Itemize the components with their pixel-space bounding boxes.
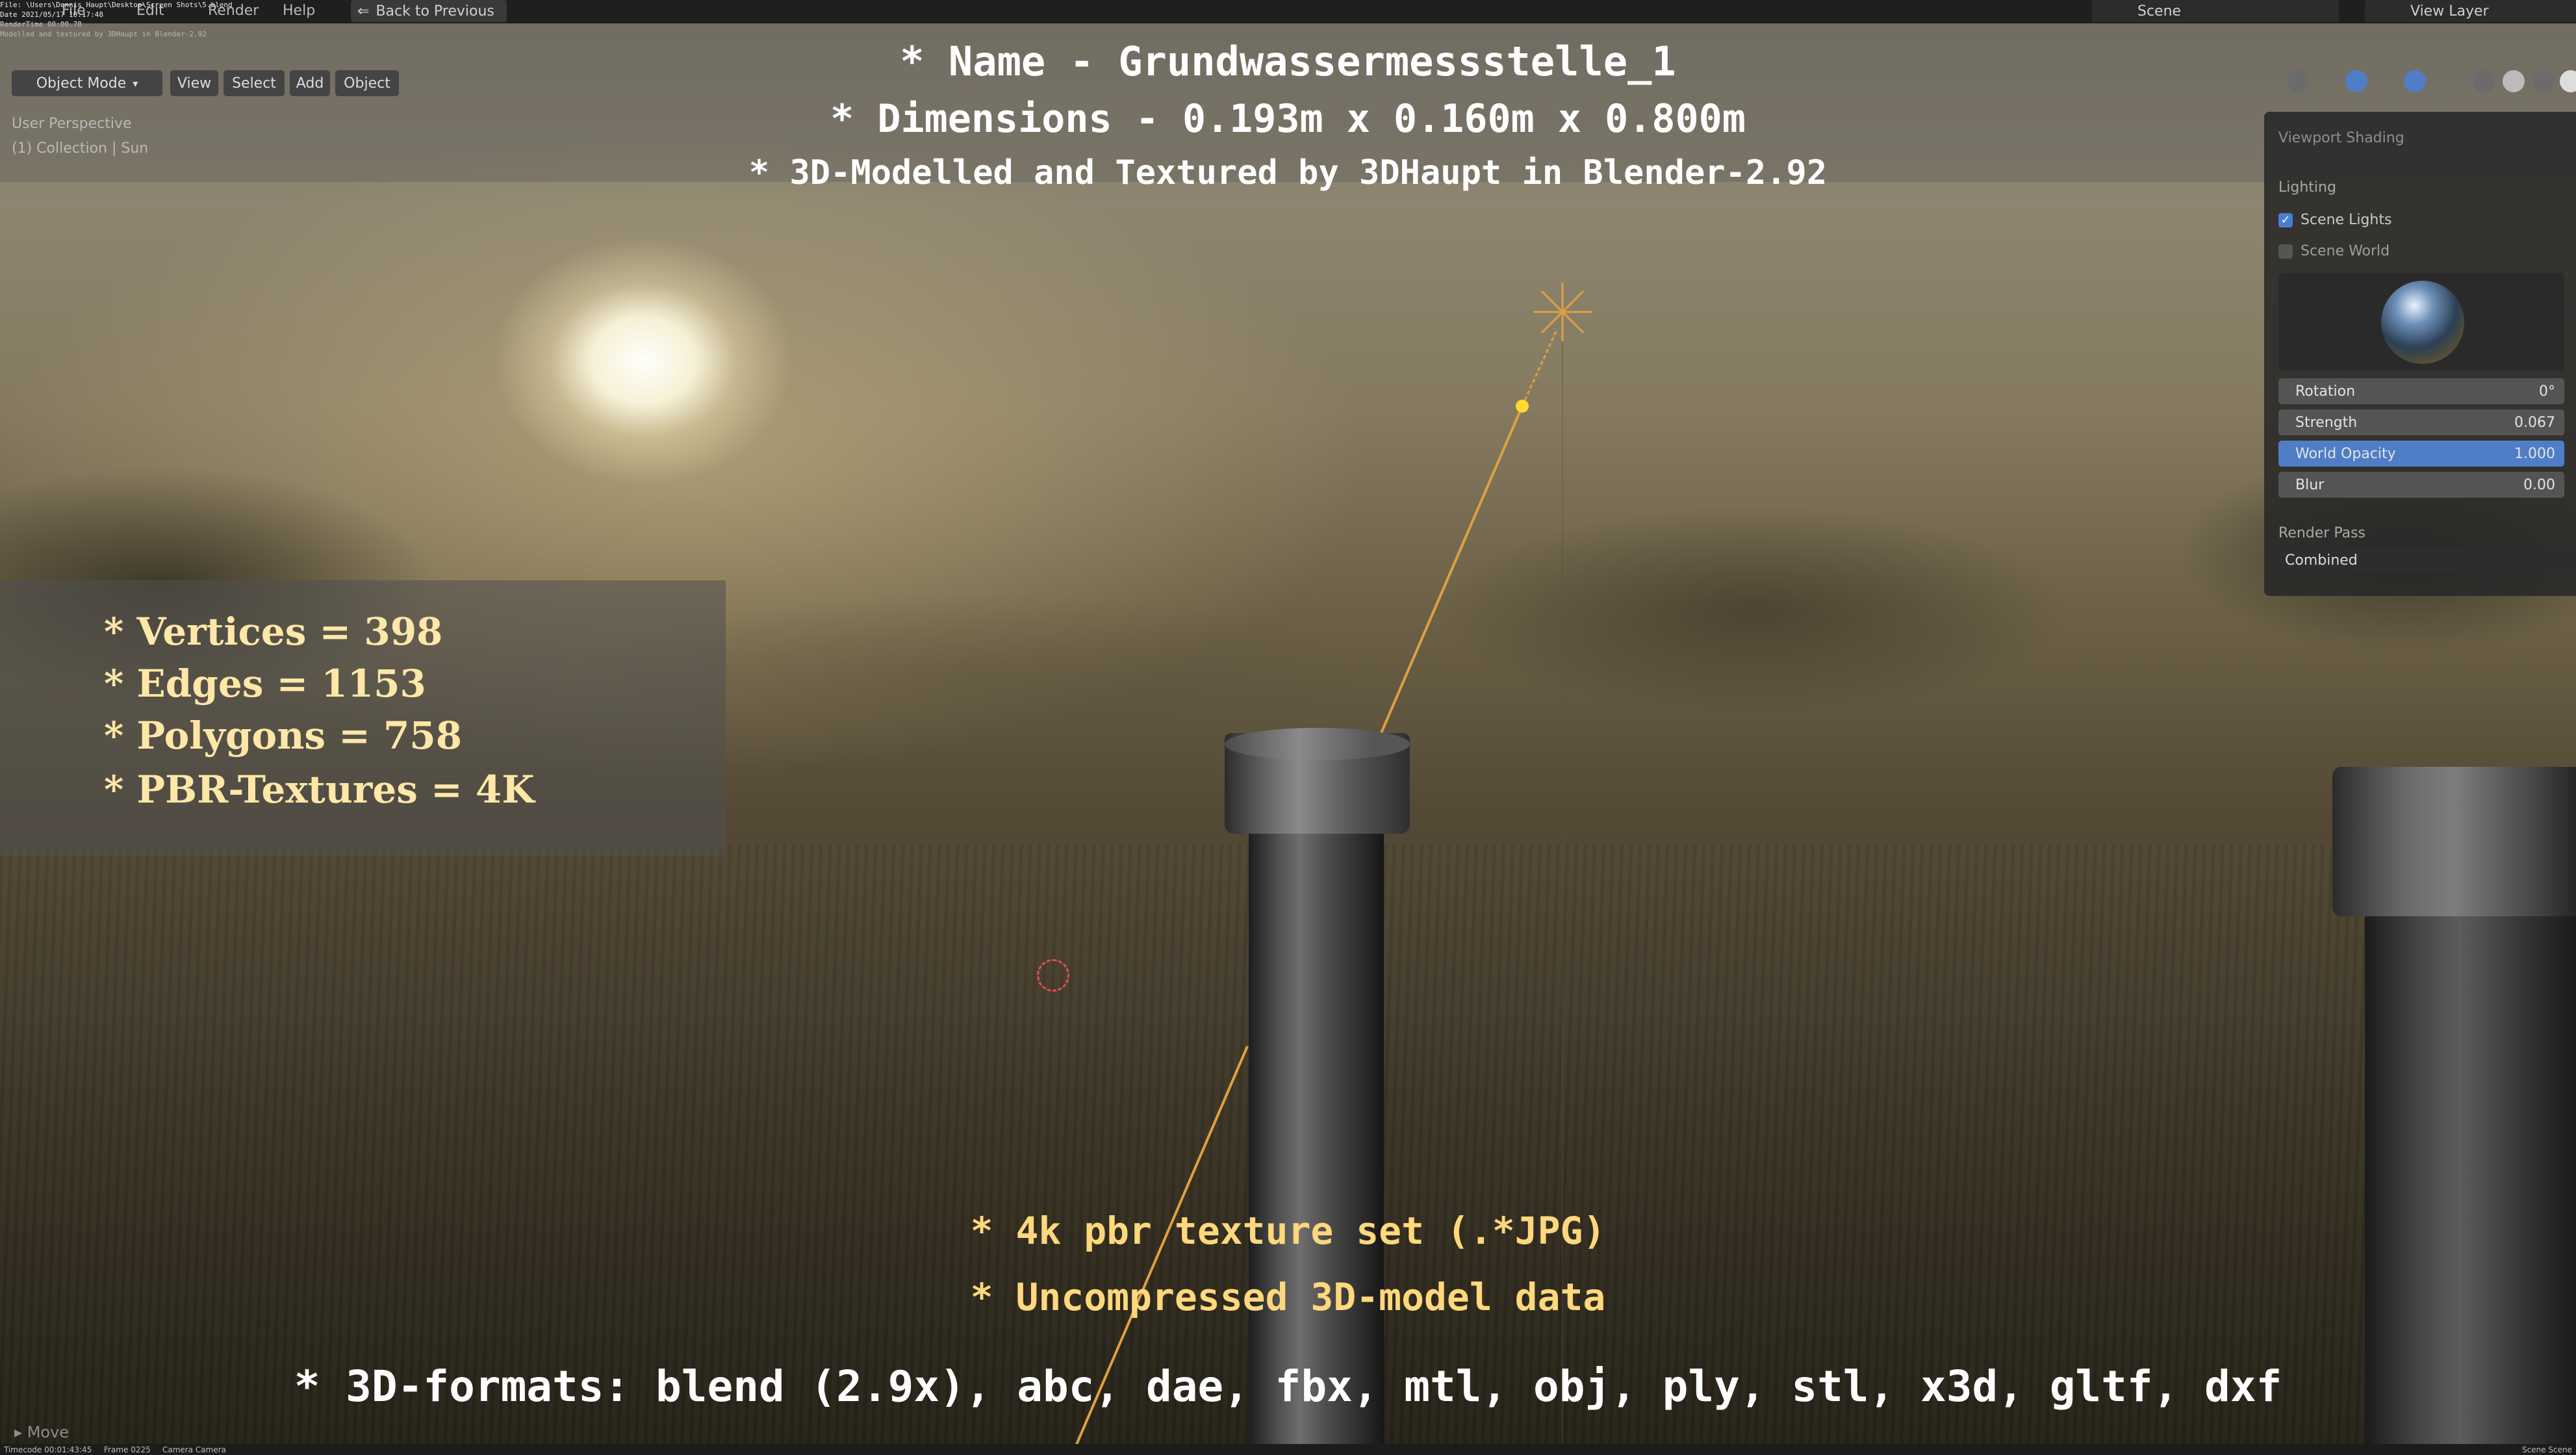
stat-polygons: * Polygons = 758: [104, 714, 463, 758]
feature-texture-set: * 4k pbr texture set (.*JPG): [970, 1209, 1606, 1253]
title-credit: * 3D-Modelled and Textured by 3DHaupt in…: [748, 153, 1828, 192]
hdri-preview[interactable]: [2278, 273, 2564, 370]
rotation-label: Rotation: [2295, 383, 2356, 400]
hdri-sphere-icon: [2381, 281, 2464, 364]
rendered-shading-icon[interactable]: [2560, 70, 2576, 92]
3d-cursor-icon[interactable]: [1037, 959, 1069, 992]
object-mode-label: Object Mode: [36, 75, 127, 92]
stats-box: * Vertices = 398 * Edges = 1153 * Polygo…: [0, 580, 726, 856]
feature-uncompressed: * Uncompressed 3D-model data: [970, 1275, 1606, 1319]
pipe-main-cap-top: [1225, 728, 1410, 760]
footer-frame: Frame 0225: [104, 1445, 151, 1454]
viewport-collection-label: (1) Collection | Sun: [12, 140, 149, 157]
menu-help[interactable]: Help: [283, 3, 315, 19]
blur-label: Blur: [2295, 477, 2325, 493]
expand-arrow-icon: ▸: [14, 1423, 27, 1441]
back-to-previous-button[interactable]: ⇐ Back to Previous: [351, 0, 507, 22]
scene-world-label: Scene World: [2301, 243, 2390, 259]
viewport-perspective-label: User Perspective: [12, 116, 132, 132]
stat-edges: * Edges = 1153: [104, 662, 426, 706]
chevron-down-icon: ▾: [133, 77, 138, 90]
render-pass-value: Combined: [2285, 552, 2358, 569]
back-icon: ⇐: [357, 3, 370, 19]
wireframe-shading-icon[interactable]: [2473, 70, 2495, 92]
blur-value: 0.00: [2523, 477, 2555, 493]
viewport-shading-panel: Viewport Shading Lighting ✓ Scene Lights…: [2264, 112, 2576, 596]
gizmo-icon[interactable]: [2345, 70, 2367, 92]
feature-formats: * 3D-formats: blend (2.9x), abc, dae, fb…: [294, 1361, 2282, 1411]
panel-title: Viewport Shading: [2278, 130, 2404, 146]
scene-world-checkbox[interactable]: [2278, 244, 2293, 259]
view-menu-button[interactable]: View: [170, 70, 218, 96]
stat-vertices: * Vertices = 398: [104, 610, 443, 654]
scene-lights-checkbox[interactable]: ✓: [2278, 213, 2293, 227]
pipe-main-body[interactable]: [1249, 806, 1384, 1455]
view-layer-label: View Layer: [2410, 3, 2489, 19]
lighting-heading: Lighting: [2278, 179, 2336, 196]
scene-lights-label: Scene Lights: [2301, 212, 2392, 228]
visibility-icon[interactable]: [2287, 70, 2309, 92]
render-pass-dropdown[interactable]: Combined: [2278, 547, 2576, 573]
strength-value: 0.067: [2514, 415, 2555, 431]
view-layer-selector[interactable]: View Layer: [2365, 0, 2576, 22]
material-shading-icon[interactable]: [2532, 70, 2555, 92]
blender-topbar: File Edit Render Help ⇐ Back to Previous…: [0, 0, 2576, 23]
footer-camera: Camera Camera: [162, 1445, 226, 1454]
footer-scene: Scene Scene: [2522, 1445, 2572, 1454]
stat-pbr-textures: * PBR-Textures = 4K: [104, 767, 535, 812]
select-menu-button[interactable]: Select: [223, 70, 285, 96]
render-stamp-date: Date 2021/05/17 10:17:48: [0, 10, 103, 19]
title-overlay: * Name - Grundwassermessstelle_1 * Dimen…: [0, 23, 2576, 192]
rotation-value: 0°: [2539, 383, 2555, 400]
object-mode-dropdown[interactable]: Object Mode ▾: [12, 70, 162, 96]
title-dimensions: * Dimensions - 0.193m x 0.160m x 0.800m: [830, 96, 1746, 142]
world-opacity-value: 1.000: [2514, 446, 2555, 462]
solid-shading-icon[interactable]: [2503, 70, 2525, 92]
viewport-shading-icons: [2287, 70, 2576, 96]
strength-field[interactable]: Strength 0.067: [2278, 409, 2564, 435]
back-to-previous-label: Back to Previous: [376, 3, 494, 19]
rotation-field[interactable]: Rotation 0°: [2278, 378, 2564, 404]
scene-selector[interactable]: Scene: [2092, 0, 2339, 22]
object-menu-button[interactable]: Object: [335, 70, 399, 96]
overlay-icon[interactable]: [2404, 70, 2426, 92]
world-opacity-field[interactable]: World Opacity 1.000: [2278, 441, 2564, 467]
pipe-secondary-cap[interactable]: [2332, 767, 2576, 916]
last-operator-move[interactable]: ▸ Move: [14, 1423, 69, 1441]
status-footer: Timecode 00:01:43:45 Frame 0225 Camera C…: [0, 1444, 2576, 1455]
render-pass-heading: Render Pass: [2278, 525, 2366, 541]
add-menu-button[interactable]: Add: [290, 70, 330, 96]
strength-label: Strength: [2295, 415, 2358, 431]
world-opacity-label: World Opacity: [2295, 446, 2396, 462]
render-stamp-file: File: \Users\Dennis Haupt\Desktop\Screen…: [0, 1, 233, 9]
blur-field[interactable]: Blur 0.00: [2278, 472, 2564, 498]
last-operator-label: Move: [27, 1423, 70, 1441]
scene-selector-label: Scene: [2137, 3, 2182, 19]
footer-timecode: Timecode 00:01:43:45: [4, 1445, 92, 1454]
